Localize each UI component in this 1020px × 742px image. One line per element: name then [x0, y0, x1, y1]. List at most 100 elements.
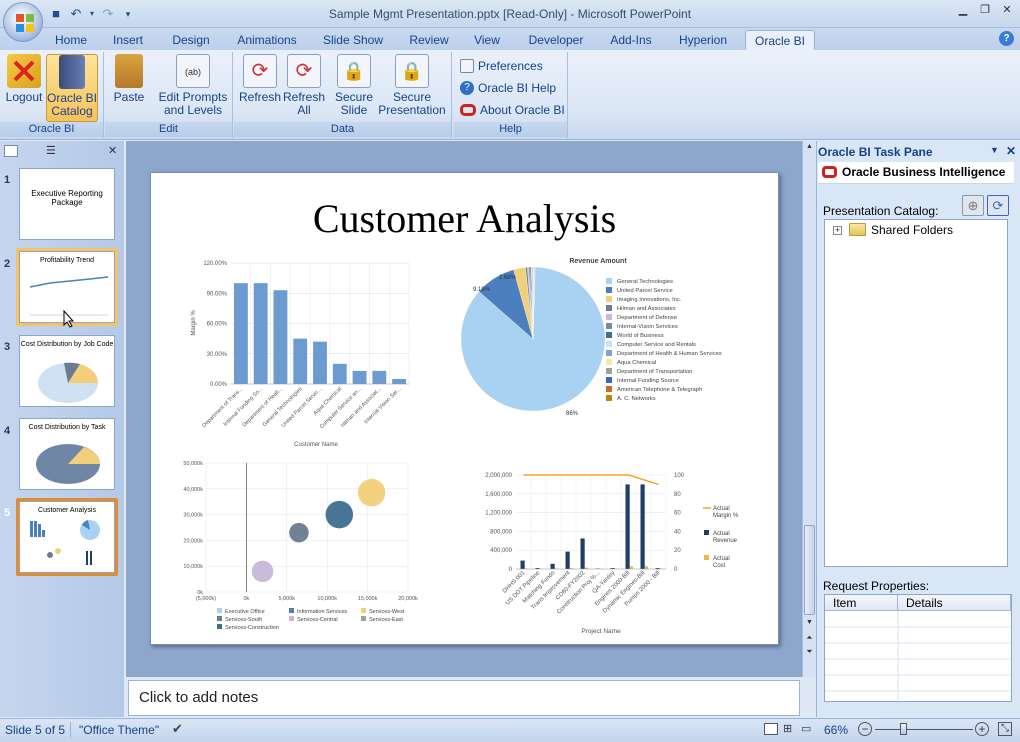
slides-tab-icon[interactable]	[4, 145, 18, 157]
previous-slide-icon[interactable]: ⏶	[804, 633, 815, 645]
chart4-y-tick-label: 1,200,000	[485, 511, 512, 517]
logout-button[interactable]: Logout	[4, 54, 44, 122]
outline-tab-icon[interactable]: ☰	[46, 145, 66, 157]
add-to-slide-icon[interactable]: ⊕	[962, 195, 984, 216]
slide-thumbnail-1[interactable]: Executive Reporting Package	[19, 168, 115, 240]
edit-prompts-button[interactable]: (ab) Edit Prompts and Levels	[155, 54, 231, 122]
paste-button[interactable]: Paste	[109, 54, 149, 122]
spell-check-icon[interactable]: ✔	[172, 722, 188, 736]
tab-slide-show[interactable]: Slide Show	[316, 30, 390, 50]
chart3-legend-label: Information Services	[297, 609, 347, 615]
tab-hyperion[interactable]: Hyperion	[670, 30, 736, 50]
tree-item-shared-folders[interactable]: Shared Folders	[871, 223, 953, 237]
zoom-slider-thumb[interactable]	[900, 723, 907, 735]
next-slide-icon[interactable]: ⏷	[804, 647, 815, 659]
help-icon[interactable]: ?	[999, 31, 1014, 46]
bi-help-label: Oracle BI Help	[478, 81, 557, 95]
tab-review[interactable]: Review	[402, 30, 456, 50]
chart4-y-tick-label: 400,000	[490, 548, 512, 554]
slide-thumbnail-5[interactable]: Customer Analysis	[19, 501, 115, 573]
tab-animations[interactable]: Animations	[230, 30, 304, 50]
chart3-legend-swatch	[361, 608, 366, 613]
oracle-bi-catalog-button[interactable]: Oracle BI Catalog	[46, 54, 98, 122]
zoom-slider-track[interactable]	[875, 729, 973, 730]
secure-slide-label-1: Secure	[334, 90, 374, 104]
chart3-legend-label: Services-Construction	[225, 625, 279, 631]
fit-to-window-icon[interactable]: ⤡	[998, 722, 1012, 736]
scroll-down-icon[interactable]: ▼	[804, 619, 815, 629]
chart3-y-tick-label: 30,000k	[183, 513, 203, 519]
refresh-all-button[interactable]: ⟳ Refresh All	[282, 54, 326, 122]
chart1-bar	[233, 283, 248, 384]
tab-view[interactable]: View	[466, 30, 508, 50]
tab-design[interactable]: Design	[163, 30, 219, 50]
window-controls: ▁ ❐ ✕	[956, 3, 1014, 17]
secure-slide-label-2: Slide	[340, 103, 368, 117]
normal-view-icon[interactable]	[764, 723, 778, 735]
oracle-bi-help-button[interactable]: ? Oracle BI Help	[460, 79, 556, 97]
refresh-catalog-icon[interactable]: ⟳	[987, 195, 1009, 216]
office-logo-icon	[16, 14, 34, 32]
notes-pane[interactable]: Click to add notes	[128, 680, 800, 716]
tab-developer[interactable]: Developer	[520, 30, 592, 50]
secure-pres-label-1: Secure	[392, 90, 432, 104]
pane-close-icon[interactable]: ✕	[108, 144, 120, 158]
scroll-thumb[interactable]	[804, 525, 815, 615]
secure-presentation-button[interactable]: 🔒 Secure Presentation	[376, 54, 448, 122]
window-title: Sample Mgmt Presentation.pptx [Read-Only…	[328, 7, 692, 21]
about-oracle-bi-button[interactable]: About Oracle BI	[460, 101, 565, 119]
theme-status[interactable]: "Office Theme"	[79, 723, 159, 737]
chart4-y-tick-label: 0	[509, 567, 513, 573]
secure-presentation-icon: 🔒	[395, 54, 429, 88]
chart3-bubble	[288, 522, 310, 543]
chart2-legend-swatch	[606, 386, 612, 392]
zoom-level[interactable]: 66%	[824, 723, 848, 737]
chart3-y-tick-label: 10,000k	[183, 564, 203, 570]
task-pane-close-icon[interactable]: ✕	[1006, 144, 1016, 158]
chart1-y-axis-label: Margin %	[191, 310, 197, 336]
column-header-details[interactable]: Details	[898, 595, 1011, 611]
task-pane-menu-icon[interactable]: ▼	[990, 145, 999, 155]
close-icon[interactable]: ✕	[1000, 3, 1014, 17]
slide-sorter-icon[interactable]: ⊞	[783, 723, 795, 735]
refresh-icon: ⟳	[243, 54, 277, 88]
minimize-icon[interactable]: ▁	[956, 3, 970, 17]
chart2-legend-swatch	[606, 296, 612, 302]
zoom-in-icon[interactable]: +	[975, 722, 989, 736]
restore-icon[interactable]: ❐	[978, 3, 992, 17]
vertical-scrollbar[interactable]: ▲ ▼ ⏶ ⏷	[802, 141, 816, 677]
chart1-bar	[293, 338, 308, 384]
zoom-out-icon[interactable]: −	[858, 722, 872, 736]
chart2-legend-swatch	[606, 359, 612, 365]
group-help: Preferences ? Oracle BI Help About Oracl…	[454, 52, 568, 138]
chart3-x-tick-label: 0k	[243, 596, 249, 602]
refresh-button[interactable]: ⟳ Refresh	[238, 54, 282, 122]
chart1-bar	[392, 378, 407, 384]
slide-show-icon[interactable]: ▭	[801, 723, 815, 735]
ribbon: Logout Oracle BI Catalog Oracle BI Paste…	[0, 50, 1020, 140]
tab-home[interactable]: Home	[48, 30, 94, 50]
slide-canvas[interactable]: Customer Analysis 120.00% 90.00% 60.00% 30.…	[150, 172, 779, 645]
paste-icon	[115, 54, 143, 88]
slide-thumbnail-4[interactable]: Cost Distribution by Task	[19, 418, 115, 490]
tab-add-ins[interactable]: Add-Ins	[602, 30, 660, 50]
edit-prompts-label-2: and Levels	[163, 103, 223, 117]
tree-expand-icon[interactable]: +	[833, 226, 842, 235]
column-header-item[interactable]: Item	[825, 595, 898, 611]
help-circle-icon: ?	[460, 81, 474, 95]
chart2-legend-swatch	[606, 395, 612, 401]
catalog-tree[interactable]: + Shared Folders	[824, 219, 1008, 567]
chart4-cost-bar	[645, 566, 648, 569]
tab-oracle-bi[interactable]: Oracle BI	[745, 30, 815, 50]
secure-slide-button[interactable]: 🔒 Secure Slide	[332, 54, 376, 122]
slide-thumbnail-3[interactable]: Cost Distribution by Job Code	[19, 335, 115, 407]
chart3-legend-swatch	[289, 616, 294, 621]
preferences-button[interactable]: Preferences	[460, 57, 543, 75]
tab-insert[interactable]: Insert	[104, 30, 152, 50]
office-button[interactable]	[3, 2, 43, 42]
chart3-y-tick-label: 40,000k	[183, 487, 203, 493]
scroll-up-icon[interactable]: ▲	[804, 143, 815, 153]
chart4-y-tick-label: 2,000,000	[485, 473, 512, 479]
group-edit: Paste (ab) Edit Prompts and Levels Edit	[105, 52, 233, 138]
logout-icon	[7, 54, 41, 88]
